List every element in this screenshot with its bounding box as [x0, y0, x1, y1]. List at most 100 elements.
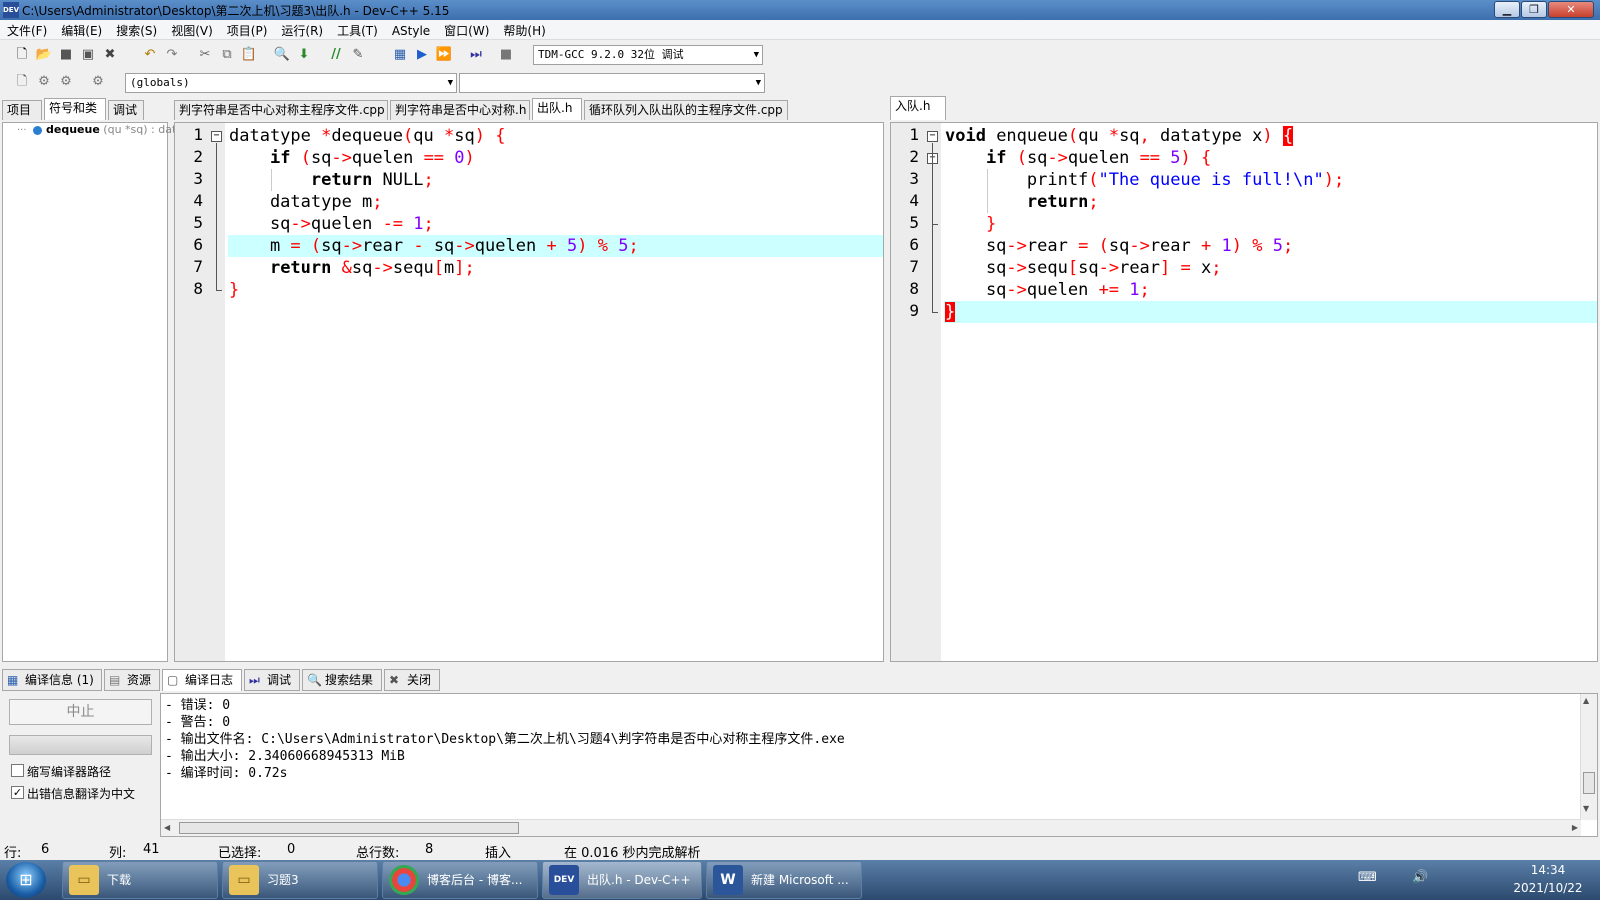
menu-tools[interactable]: 工具(T)	[330, 20, 385, 40]
taskbar-item-folder[interactable]: ▭ 习题3	[222, 861, 378, 899]
comment-icon[interactable]: //	[326, 45, 346, 65]
tab-file-center-h[interactable]: 判字符串是否中心对称.h	[390, 100, 530, 120]
menu-project[interactable]: 项目(P)	[220, 20, 275, 40]
vertical-scrollbar[interactable]: ▲ ▼	[1580, 694, 1597, 820]
cut-icon[interactable]: ✂	[195, 45, 215, 65]
function-icon	[33, 126, 42, 135]
status-insert-mode: 插入	[485, 846, 512, 861]
scroll-up-icon[interactable]: ▲	[1583, 696, 1589, 705]
chevron-down-icon: ▼	[755, 78, 761, 88]
fold-toggle-icon[interactable]: −	[927, 131, 938, 142]
tab-close-panel[interactable]: ✖ 关闭	[384, 669, 440, 691]
tree-item-dequeue[interactable]: dequeue (qu *sq) : data	[46, 123, 183, 136]
line-number: 1	[909, 125, 919, 144]
gear-icon[interactable]: ⚙	[56, 72, 76, 92]
menu-file[interactable]: 文件(F)	[0, 20, 54, 40]
translate-errors-label: 出错信息翻译为中文	[27, 787, 136, 801]
log-line: - 输出文件名: C:\Users\Administrator\Desktop\…	[165, 732, 845, 747]
save-all-icon[interactable]: ▣	[78, 45, 98, 65]
tab-symbols[interactable]: 符号和类	[44, 98, 106, 120]
save-icon[interactable]: ■	[56, 45, 76, 65]
goto-icon[interactable]: ⬇	[294, 45, 314, 65]
stop-button[interactable]: 中止	[9, 699, 152, 725]
maximize-button[interactable]: ❐	[1521, 1, 1547, 18]
new-class-icon[interactable]: 🗋	[12, 72, 32, 92]
tab-file-center-main[interactable]: 判字符串是否中心对称主程序文件.cpp	[174, 100, 388, 120]
tab-search-results[interactable]: 🔍 搜索结果	[302, 669, 382, 691]
copy-icon[interactable]: ⧉	[217, 45, 237, 65]
symbol-tree: ··· dequeue (qu *sq) : data	[2, 122, 183, 662]
tree-connector: ···	[17, 125, 27, 136]
menu-astyle[interactable]: AStyle	[385, 22, 437, 42]
status-bar: 行: 6 列: 41 已选择: 0 总行数: 8 插入 在 0.016 秒内完成…	[0, 840, 1600, 861]
horizontal-scrollbar[interactable]: ◀ ▶	[161, 819, 1581, 836]
gear-icon[interactable]: ⚙	[34, 72, 54, 92]
stop-icon[interactable]: ■	[496, 45, 516, 65]
redo-icon[interactable]: ↷	[162, 45, 182, 65]
clock-date[interactable]: 2021/10/22	[1500, 881, 1596, 895]
fold-toggle-icon[interactable]: −	[211, 131, 222, 142]
scroll-down-icon[interactable]: ▼	[1583, 804, 1589, 813]
close-file-icon[interactable]: ✖	[100, 45, 120, 65]
resources-icon: ▤	[109, 673, 121, 687]
tab-file-enqueue-h[interactable]: 入队.h	[890, 96, 946, 120]
code-line: if (sq->quelen == 0)	[269, 148, 475, 168]
toggle-bookmark-icon[interactable]: ✎	[348, 45, 368, 65]
undo-icon[interactable]: ↶	[140, 45, 160, 65]
scroll-thumb[interactable]	[179, 822, 519, 834]
translate-errors-checkbox[interactable]: ✓	[11, 786, 24, 799]
tab-compile-log[interactable]: ▢ 编译日志	[162, 669, 242, 691]
fold-line	[932, 312, 938, 313]
menu-window[interactable]: 窗口(W)	[437, 20, 496, 40]
compile-icon[interactable]: ▦	[390, 45, 410, 65]
scroll-right-icon[interactable]: ▶	[1572, 823, 1578, 832]
new-file-icon[interactable]: 🗋	[12, 45, 32, 65]
tab-compiler-messages[interactable]: ▦ 编译信息 (1)	[2, 669, 102, 691]
menu-search[interactable]: 搜索(S)	[109, 20, 164, 40]
keyboard-icon[interactable]: ⌨	[1358, 870, 1377, 885]
volume-icon[interactable]: 🔊	[1412, 870, 1428, 885]
compile-run-icon[interactable]: ⏩	[434, 45, 454, 65]
menu-run[interactable]: 运行(R)	[274, 20, 330, 40]
menu-view[interactable]: 视图(V)	[164, 20, 220, 40]
tab-file-queue-main[interactable]: 循环队列入队出队的主程序文件.cpp	[584, 100, 788, 120]
menu-edit[interactable]: 编辑(E)	[54, 20, 109, 40]
chevron-down-icon: ▼	[753, 50, 759, 60]
taskbar-item-word[interactable]: W 新建 Microsoft ...	[706, 861, 862, 899]
line-number: 6	[909, 235, 919, 254]
scroll-thumb[interactable]	[1583, 772, 1595, 794]
open-icon[interactable]: 📂	[34, 45, 54, 65]
tab-file-dequeue-h[interactable]: 出队.h	[532, 98, 582, 120]
tab-debug-output[interactable]: ⏭ 调试	[244, 669, 300, 691]
taskbar-item-downloads[interactable]: ▭ 下载	[62, 861, 218, 899]
left-code-editor[interactable]: 1 2 3 4 5 6 7 8 − datatype *dequeue(qu *…	[174, 122, 884, 662]
shorten-path-checkbox[interactable]	[11, 764, 24, 777]
scroll-left-icon[interactable]: ◀	[164, 823, 170, 832]
tab-resources[interactable]: ▤ 资源	[104, 669, 160, 691]
status-col-label: 列:	[109, 846, 127, 861]
current-line-highlight	[944, 301, 1597, 323]
right-code-editor[interactable]: 1 2 3 4 5 6 7 8 9 − − void enqueue(qu *s…	[890, 122, 1598, 662]
tab-debug[interactable]: 调试	[108, 100, 144, 120]
tab-project[interactable]: 项目	[2, 100, 42, 120]
run-icon[interactable]: ▶	[412, 45, 432, 65]
code-line: datatype m;	[229, 192, 383, 212]
debug-icon[interactable]: ⏭	[466, 45, 486, 65]
gear-icon[interactable]: ⚙	[88, 72, 108, 92]
taskbar-item-chrome[interactable]: 博客后台 - 博客...	[382, 861, 538, 899]
start-button[interactable]: ⊞	[6, 862, 46, 898]
log-line: - 警告: 0	[165, 715, 231, 730]
scope-select[interactable]: (globals) ▼	[125, 73, 457, 93]
function-select[interactable]: ▼	[459, 73, 765, 93]
clock-time[interactable]: 14:34	[1500, 863, 1596, 877]
taskbar-item-devcpp[interactable]: DEV 出队.h - Dev-C++	[542, 861, 702, 899]
status-col: 41	[143, 842, 160, 857]
find-icon[interactable]: 🔍	[272, 45, 292, 65]
paste-icon[interactable]: 📋	[239, 45, 259, 65]
menu-help[interactable]: 帮助(H)	[496, 20, 552, 40]
compiler-select[interactable]: TDM-GCC 9.2.0 32位 调试 ▼	[533, 45, 763, 65]
minimize-button[interactable]: ▁	[1494, 1, 1520, 18]
compile-progress-bar	[9, 735, 152, 755]
close-button[interactable]: ✕	[1548, 1, 1594, 18]
status-line: 6	[41, 842, 50, 857]
